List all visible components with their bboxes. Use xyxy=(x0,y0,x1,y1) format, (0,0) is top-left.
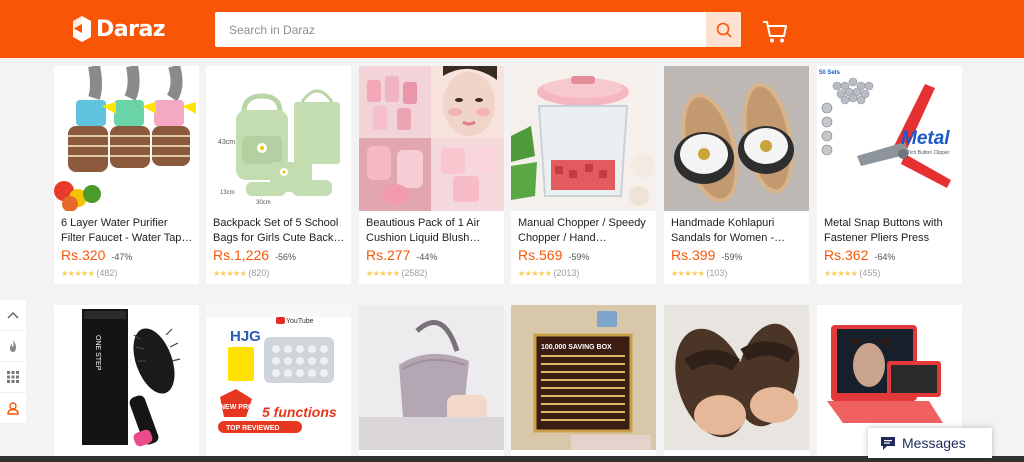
product-image-snap-buttons[interactable]: Metal Tich Button Clipper 50 Sets xyxy=(817,66,962,211)
image-caption: Tich Button Clipper xyxy=(907,150,950,156)
product-card[interactable]: Metal Tich Button Clipper 50 Sets Metal … xyxy=(817,66,962,284)
product-image-chopper[interactable] xyxy=(511,66,656,211)
image-caption: Metal xyxy=(901,128,950,149)
product-image-water-filter[interactable] xyxy=(54,66,199,211)
cart-icon[interactable] xyxy=(762,20,788,44)
product-price: Rs.277 xyxy=(366,247,411,263)
product-discount: -64% xyxy=(874,252,896,262)
product-card[interactable] xyxy=(664,305,809,462)
review-count: (820) xyxy=(248,268,270,278)
product-card[interactable]: ONE STEP xyxy=(54,305,199,462)
review-count: (2013) xyxy=(553,268,580,278)
rating-stars: ★★★★★ xyxy=(824,268,858,278)
product-image-blush[interactable] xyxy=(359,66,504,211)
price-row: Rs.1,226 -56% xyxy=(213,247,296,263)
price-row: Rs.320 -47% xyxy=(61,247,132,263)
review-count: (455) xyxy=(859,268,881,278)
image-caption: YouTube xyxy=(286,318,314,325)
product-card[interactable]: Manual Chopper / Speedy Chopper / Hand… … xyxy=(511,66,656,284)
messages-button[interactable]: Messages xyxy=(868,428,992,458)
product-title[interactable]: Handmade Kohlapuri Sandals for Women -… xyxy=(671,216,805,246)
back-to-top-button[interactable] xyxy=(0,300,26,331)
dimension-label: 13cm xyxy=(220,190,235,196)
product-image-savings-box[interactable]: 100,000 SAVING BOX xyxy=(511,305,656,450)
search-input[interactable] xyxy=(215,12,705,47)
brand-name: Daraz xyxy=(96,16,166,42)
product-discount: -59% xyxy=(721,252,743,262)
product-card[interactable] xyxy=(359,305,504,462)
price-row: Rs.277 -44% xyxy=(366,247,437,263)
header-bar: Daraz xyxy=(0,0,1024,58)
review-count: (103) xyxy=(706,268,728,278)
product-title[interactable]: Manual Chopper / Speedy Chopper / Hand… xyxy=(518,216,652,246)
product-card[interactable]: 6 Layer Water Purifier Filter Faucet - W… xyxy=(54,66,199,284)
product-image-led-light[interactable]: YouTube HJG NEW PRODUCT 5 functions TOP … xyxy=(206,305,351,450)
product-discount: -59% xyxy=(568,252,590,262)
product-price: Rs.320 xyxy=(61,247,106,263)
product-title[interactable]: Backpack Set of 5 School Bags for Girls … xyxy=(213,216,347,246)
image-caption: HJG xyxy=(230,328,261,345)
rating-stars: ★★★★★ xyxy=(61,268,95,278)
rating-stars: ★★★★★ xyxy=(518,268,552,278)
product-image-sandals[interactable] xyxy=(664,66,809,211)
image-caption: 100,000 SAVING BOX xyxy=(541,344,612,351)
product-image-backpack[interactable]: 43cm 13cm 30cm xyxy=(206,66,351,211)
image-caption: ONE STEP xyxy=(94,335,101,371)
search-bar xyxy=(215,12,741,47)
product-title[interactable]: 6 Layer Water Purifier Filter Faucet - W… xyxy=(61,216,195,246)
product-price: Rs.399 xyxy=(671,247,716,263)
rating: ★★★★★ (820) xyxy=(213,268,269,278)
review-count: (2582) xyxy=(401,268,428,278)
product-image-mens-sandals[interactable] xyxy=(664,305,809,450)
daraz-logo-icon xyxy=(73,16,91,42)
categories-button[interactable] xyxy=(0,362,26,393)
product-price: Rs.1,226 xyxy=(213,247,270,263)
product-card[interactable]: 100,000 SAVING BOX xyxy=(511,305,656,462)
rating: ★★★★★ (482) xyxy=(61,268,117,278)
product-price: Rs.569 xyxy=(518,247,563,263)
rating: ★★★★★ (455) xyxy=(824,268,880,278)
product-price: Rs.362 xyxy=(824,247,869,263)
product-card[interactable]: 43cm 13cm 30cm Backpack Set of 5 School … xyxy=(206,66,351,284)
account-button[interactable] xyxy=(0,393,26,424)
quick-nav-sidebar xyxy=(0,300,26,424)
price-row: Rs.399 -59% xyxy=(671,247,742,263)
rating: ★★★★★ (2582) xyxy=(366,268,427,278)
product-card[interactable]: Beautious Pack of 1 Air Cushion Liquid B… xyxy=(359,66,504,284)
search-button[interactable] xyxy=(706,12,741,47)
rating: ★★★★★ (2013) xyxy=(518,268,579,278)
chat-icon xyxy=(881,436,895,450)
product-card[interactable]: Handmade Kohlapuri Sandals for Women -… … xyxy=(664,66,809,284)
product-discount: -44% xyxy=(416,252,438,262)
dimension-label: 30cm xyxy=(256,200,271,206)
grid-icon xyxy=(7,371,19,383)
rating-stars: ★★★★★ xyxy=(213,268,247,278)
price-row: Rs.569 -59% xyxy=(518,247,589,263)
review-count: (482) xyxy=(96,268,118,278)
dimension-label: 43cm xyxy=(218,139,235,146)
image-caption: 50 Sets xyxy=(819,70,841,76)
product-image-hair-brush[interactable]: ONE STEP xyxy=(54,305,199,450)
price-row: Rs.362 -64% xyxy=(824,247,895,263)
product-discount: -56% xyxy=(275,252,297,262)
product-image-handbag[interactable] xyxy=(359,305,504,450)
image-caption: 5 functions xyxy=(262,404,337,420)
trending-button[interactable] xyxy=(0,331,26,362)
rating-stars: ★★★★★ xyxy=(366,268,400,278)
rating: ★★★★★ (103) xyxy=(671,268,727,278)
user-icon xyxy=(7,401,19,415)
rating-stars: ★★★★★ xyxy=(671,268,705,278)
product-discount: -47% xyxy=(111,252,133,262)
product-title[interactable]: Metal Snap Buttons with Fastener Pliers … xyxy=(824,216,958,246)
product-card[interactable]: YouTube HJG NEW PRODUCT 5 functions TOP … xyxy=(206,305,351,462)
messages-label: Messages xyxy=(902,435,966,451)
product-title[interactable]: Beautious Pack of 1 Air Cushion Liquid B… xyxy=(366,216,500,246)
chevron-up-icon xyxy=(7,311,19,319)
search-icon xyxy=(716,22,732,38)
image-caption: TOP REVIEWED xyxy=(226,425,279,432)
flame-icon xyxy=(10,339,16,352)
daraz-logo[interactable]: Daraz xyxy=(73,16,166,42)
